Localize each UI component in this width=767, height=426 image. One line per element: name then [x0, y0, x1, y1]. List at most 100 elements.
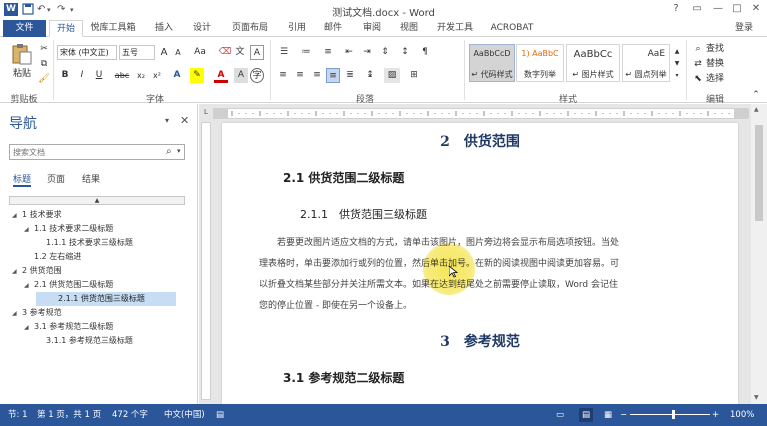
nav-tree-item[interactable]: ◢ 1 技术要求	[0, 208, 197, 222]
font-size-combo[interactable]: 五号	[119, 45, 155, 60]
nav-tree-item[interactable]: ◢ 2.1 供货范围二级标题	[0, 278, 197, 292]
heading-2-supply-scope[interactable]: 2.1 供货范围二级标题	[283, 169, 404, 186]
collapse-triangle-icon[interactable]: ◢	[12, 307, 22, 321]
tab-review[interactable]: 审阅	[357, 20, 387, 37]
increase-indent-icon[interactable]: ⇥	[360, 45, 374, 60]
collapse-ribbon-icon[interactable]: ⌃	[750, 88, 762, 103]
tab-references[interactable]: 引用	[282, 20, 312, 37]
clear-formatting-icon[interactable]: ⌫	[218, 45, 232, 60]
search-icon[interactable]: ⌕	[166, 146, 172, 157]
help-button[interactable]: ?	[665, 2, 687, 16]
shrink-font-button[interactable]: A	[172, 45, 184, 60]
style-bullet-list[interactable]: AaE ↵ 圆点列举	[622, 44, 670, 82]
nav-scroll-up-button[interactable]: ▲	[9, 196, 185, 205]
scroll-down-arrow-icon[interactable]: ▼	[754, 394, 759, 401]
nav-tree-item[interactable]: ◢ 2 供货范围	[0, 264, 197, 278]
paste-icon[interactable]	[10, 42, 34, 66]
show-marks-icon[interactable]: ¶	[418, 45, 432, 60]
text-effects-icon[interactable]: A	[170, 68, 184, 83]
decrease-indent-icon[interactable]: ⇤	[342, 45, 356, 60]
scroll-up-arrow-icon[interactable]: ▲	[754, 106, 759, 113]
subscript-button[interactable]: x₂	[134, 68, 148, 83]
web-layout-icon[interactable]: ▦	[604, 408, 612, 422]
tab-developer[interactable]: 开发工具	[433, 20, 477, 37]
nav-tree-item[interactable]: 1.1.1 技术要求三级标题	[0, 236, 197, 250]
status-word-count[interactable]: 472 个字	[112, 408, 148, 422]
zoom-level[interactable]: 100%	[730, 408, 754, 422]
cut-icon[interactable]: ✂	[38, 42, 50, 57]
nav-close-icon[interactable]: ✕	[180, 114, 189, 127]
underline-button[interactable]: U	[93, 68, 105, 83]
status-language[interactable]: 中文(中国)	[164, 408, 205, 422]
replace-button[interactable]: 替换	[706, 57, 732, 72]
grow-font-button[interactable]: A	[158, 45, 170, 60]
collapse-triangle-icon[interactable]: ◢	[12, 265, 22, 279]
collapse-triangle-icon[interactable]: ◢	[24, 223, 34, 237]
tab-insert[interactable]: 插入	[149, 20, 179, 37]
select-button[interactable]: 选择	[706, 72, 732, 87]
heading-1-reference-specs[interactable]: 3 参考规范	[222, 331, 738, 351]
font-name-combo[interactable]: 宋体 (中文正)	[57, 45, 117, 60]
strikethrough-button[interactable]: abc	[112, 68, 132, 83]
align-right-icon[interactable]: ≡	[310, 68, 324, 83]
nav-search-input[interactable]	[9, 144, 185, 160]
zoom-slider[interactable]	[630, 414, 710, 415]
superscript-button[interactable]: x²	[150, 68, 164, 83]
phonetic-guide-icon[interactable]: 文	[233, 45, 247, 60]
horizontal-ruler[interactable]	[213, 108, 749, 119]
find-icon[interactable]: ⌕	[692, 42, 704, 57]
font-color-icon[interactable]: A	[214, 68, 228, 83]
nav-tree-item[interactable]: ◢ 3.1 参考规范二级标题	[0, 320, 197, 334]
tab-home[interactable]: 开始	[49, 20, 83, 37]
heading-2-reference-specs[interactable]: 3.1 参考规范二级标题	[283, 369, 404, 386]
body-paragraph[interactable]: 若要更改图片适应文档的方式，请单击该图片，图片旁边将会显示布局选项按钮。当处 理…	[259, 233, 729, 317]
distributed-icon[interactable]: ≣	[343, 68, 357, 83]
nav-tree-item[interactable]: 3.1.1 参考规范三级标题	[0, 334, 197, 348]
select-icon[interactable]: ⬉	[692, 72, 704, 87]
tab-mailings[interactable]: 邮件	[318, 20, 348, 37]
collapse-triangle-icon[interactable]: ◢	[24, 279, 34, 293]
zoom-out-icon[interactable]: −	[620, 408, 627, 422]
nav-tree-item[interactable]: 1.2 左右缩进	[0, 250, 197, 264]
nav-options-icon[interactable]: ▾	[165, 116, 169, 125]
tab-selector-icon[interactable]: L	[201, 108, 211, 119]
macro-record-icon[interactable]: ▤	[216, 408, 224, 422]
enclose-characters-icon[interactable]: A	[250, 45, 264, 60]
nav-tree-item[interactable]: ◢ 3 参考规范	[0, 306, 197, 320]
style-picture[interactable]: AaBbCc ↵ 图片样式	[566, 44, 620, 82]
align-center-icon[interactable]: ≡	[293, 68, 307, 83]
italic-button[interactable]: I	[76, 68, 88, 83]
format-painter-icon[interactable]: 🖌	[38, 72, 50, 87]
tab-page-layout[interactable]: 页面布局	[228, 20, 272, 37]
style-numbered-list[interactable]: 1) AaBbC 数字列举	[516, 44, 564, 82]
collapse-triangle-icon[interactable]: ◢	[24, 321, 34, 335]
tab-design[interactable]: 设计	[187, 20, 217, 37]
paste-button[interactable]: 粘贴	[8, 67, 36, 82]
nav-tab-headings[interactable]: 标题	[13, 173, 32, 187]
zoom-in-icon[interactable]: +	[712, 408, 719, 422]
nav-tab-results[interactable]: 结果	[82, 173, 100, 187]
collapse-triangle-icon[interactable]: ◢	[12, 209, 22, 223]
nav-tab-pages[interactable]: 页面	[47, 173, 65, 187]
close-button[interactable]: ✕	[745, 2, 767, 16]
tab-acrobat[interactable]: ACROBAT	[487, 20, 537, 37]
search-dropdown-icon[interactable]: ▾	[177, 147, 181, 155]
zoom-slider-thumb[interactable]	[672, 410, 675, 419]
highlight-color-icon[interactable]: ✎	[190, 68, 204, 83]
chinese-layout-icon[interactable]: ⇕	[378, 45, 392, 60]
replace-icon[interactable]: ⇄	[692, 57, 704, 72]
shading-icon[interactable]: ▨	[384, 68, 400, 83]
find-button[interactable]: 查找	[706, 42, 732, 57]
justify-icon[interactable]: ≡	[326, 68, 340, 83]
sort-icon[interactable]: ↕	[398, 45, 412, 60]
styles-more-icon[interactable]: ▾	[672, 68, 682, 83]
tab-view[interactable]: 视图	[394, 20, 424, 37]
copy-icon[interactable]: ⧉	[38, 57, 50, 72]
character-shading-icon[interactable]: A	[234, 68, 248, 83]
heading-3-supply-scope[interactable]: 2.1.1 供货范围三级标题	[300, 206, 427, 222]
change-case-button[interactable]: Aa	[190, 45, 210, 60]
read-mode-icon[interactable]: ▭	[556, 408, 564, 422]
scrollbar-thumb[interactable]	[755, 125, 763, 221]
tab-yueku-toolbox[interactable]: 悦库工具箱	[87, 20, 139, 37]
line-spacing-icon[interactable]: ↨	[362, 68, 378, 83]
